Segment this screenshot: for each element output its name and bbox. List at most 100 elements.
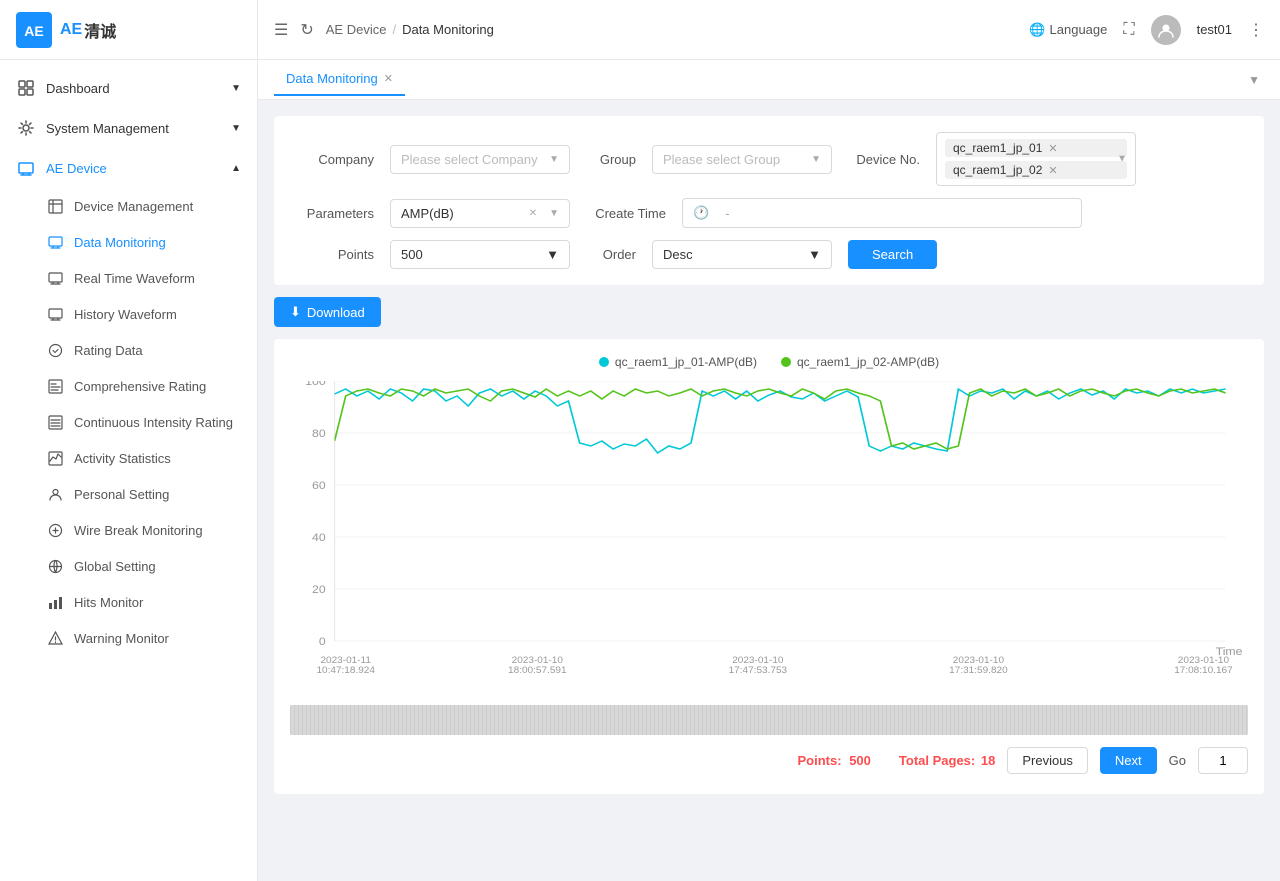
- sidebar-item-personal-setting[interactable]: Personal Setting: [0, 476, 257, 512]
- device-icon: [16, 158, 36, 178]
- svg-text:10:47:18.924: 10:47:18.924: [316, 665, 375, 675]
- filter-row-3: Points 500 ▼ Order Desc ▼ Search: [294, 240, 1244, 269]
- order-dropdown-icon: ▼: [808, 247, 821, 262]
- sidebar-item-warning-monitor[interactable]: Warning Monitor: [0, 620, 257, 656]
- sidebar-item-device-management-label: Device Management: [74, 199, 193, 214]
- page-input[interactable]: [1198, 747, 1248, 774]
- legend-dot-1: [599, 357, 609, 367]
- date-input[interactable]: 🕐 -: [682, 198, 1082, 228]
- sidebar-item-global-setting[interactable]: Global Setting: [0, 548, 257, 584]
- sidebar-item-comprehensive-rating[interactable]: Comprehensive Rating: [0, 368, 257, 404]
- sidebar-item-data-monitoring[interactable]: Data Monitoring: [0, 224, 257, 260]
- sidebar: AE AE 清诚 Dashboard ▼ System Management ▼: [0, 0, 258, 881]
- chevron-up-icon: ▲: [231, 163, 241, 174]
- group-dropdown-icon: ▼: [811, 154, 821, 165]
- order-select[interactable]: Desc ▼: [652, 240, 832, 269]
- svg-text:80: 80: [312, 428, 326, 440]
- svg-text:20: 20: [312, 584, 326, 596]
- device-tag-1: qc_raem1_jp_01 ✕: [945, 139, 1127, 157]
- sidebar-item-realtime-label: Real Time Waveform: [74, 271, 195, 286]
- next-button[interactable]: Next: [1100, 747, 1157, 774]
- sidebar-item-history-label: History Waveform: [74, 307, 177, 322]
- sidebar-item-hits-monitor[interactable]: Hits Monitor: [0, 584, 257, 620]
- search-button[interactable]: Search: [848, 240, 937, 269]
- chevron-down-icon: ▼: [231, 83, 241, 94]
- svg-text:17:08:10.167: 17:08:10.167: [1174, 665, 1232, 675]
- filter-panel: Company Please select Company ▼ Group Pl…: [274, 116, 1264, 285]
- company-select[interactable]: Please select Company ▼: [390, 145, 570, 174]
- sidebar-item-dashboard[interactable]: Dashboard ▼: [0, 68, 257, 108]
- hits-icon: [46, 593, 64, 611]
- device-tag-2-close[interactable]: ✕: [1048, 164, 1057, 177]
- company-dropdown-icon: ▼: [549, 154, 559, 165]
- params-close-icon[interactable]: ✕: [529, 208, 537, 219]
- params-select[interactable]: AMP(dB) ✕ ▼: [390, 199, 570, 228]
- tab-chevron-icon[interactable]: ▼: [1248, 73, 1264, 87]
- device-no-container[interactable]: qc_raem1_jp_01 ✕ qc_raem1_jp_02 ✕ ▼: [936, 132, 1136, 186]
- logo: AE AE 清诚: [0, 0, 257, 60]
- go-label: Go: [1169, 753, 1186, 768]
- params-dropdown-icon: ▼: [549, 208, 559, 219]
- sidebar-item-continuous-intensity[interactable]: Continuous Intensity Rating: [0, 404, 257, 440]
- total-pages-label: Total Pages:: [899, 753, 975, 768]
- group-select[interactable]: Please select Group ▼: [652, 145, 832, 174]
- chart-scrollbar[interactable]: [290, 705, 1248, 735]
- global-icon: [46, 557, 64, 575]
- svg-text:17:31:59.820: 17:31:59.820: [949, 665, 1007, 675]
- pagination-points: Points: 500: [798, 753, 871, 768]
- tab-bar: Data Monitoring ✕ ▼: [258, 60, 1280, 100]
- sidebar-item-hits-label: Hits Monitor: [74, 595, 143, 610]
- legend-label-1: qc_raem1_jp_01-AMP(dB): [615, 355, 757, 369]
- sidebar-item-device-management[interactable]: Device Management: [0, 188, 257, 224]
- svg-text:60: 60: [312, 480, 326, 492]
- points-label-info: Points:: [798, 753, 842, 768]
- sidebar-item-wire-label: Wire Break Monitoring: [74, 523, 203, 538]
- refresh-icon[interactable]: ↻: [300, 20, 313, 40]
- sidebar-item-system-label: System Management: [46, 121, 169, 136]
- device-tag-1-close[interactable]: ✕: [1048, 142, 1057, 155]
- svg-text:2023-01-11: 2023-01-11: [320, 655, 370, 665]
- topbar: ☰ ↻ AE Device / Data Monitoring 🌐 Langua…: [258, 0, 1280, 60]
- chart-legend: qc_raem1_jp_01-AMP(dB) qc_raem1_jp_02-AM…: [290, 355, 1248, 369]
- sidebar-item-intensity-label: Continuous Intensity Rating: [74, 415, 233, 430]
- rating-icon: [46, 341, 64, 359]
- sidebar-item-global-label: Global Setting: [74, 559, 156, 574]
- sidebar-menu: Dashboard ▼ System Management ▼ AE Devic…: [0, 60, 257, 881]
- tab-data-monitoring[interactable]: Data Monitoring ✕: [274, 63, 405, 96]
- chevron-down-icon-sys: ▼: [231, 123, 241, 134]
- sidebar-item-rating-data[interactable]: Rating Data: [0, 332, 257, 368]
- table-icon: [46, 197, 64, 215]
- sidebar-item-comp-label: Comprehensive Rating: [74, 379, 206, 394]
- svg-text:AE: AE: [24, 23, 43, 39]
- sidebar-item-system-management[interactable]: System Management ▼: [0, 108, 257, 148]
- waveform-icon: [46, 269, 64, 287]
- logo-symbol: AE: [60, 21, 82, 39]
- sidebar-item-rating-label: Rating Data: [74, 343, 143, 358]
- legend-label-2: qc_raem1_jp_02-AMP(dB): [797, 355, 939, 369]
- sidebar-item-history-waveform[interactable]: History Waveform: [0, 296, 257, 332]
- legend-dot-2: [781, 357, 791, 367]
- hamburger-icon[interactable]: ☰: [274, 20, 288, 40]
- sidebar-item-activity-statistics[interactable]: Activity Statistics: [0, 440, 257, 476]
- more-icon[interactable]: ⋮: [1248, 20, 1264, 40]
- history-icon: [46, 305, 64, 323]
- tab-close-icon[interactable]: ✕: [384, 72, 393, 85]
- chart-svg: 100 80 60 40 20 0 2023-01-11 10:47:18.92…: [290, 381, 1248, 681]
- fullscreen-icon[interactable]: ⛶: [1123, 21, 1134, 39]
- previous-button[interactable]: Previous: [1007, 747, 1088, 774]
- dashboard-icon: [16, 78, 36, 98]
- sidebar-item-real-time-waveform[interactable]: Real Time Waveform: [0, 260, 257, 296]
- download-label: Download: [307, 305, 365, 320]
- breadcrumb-current: Data Monitoring: [402, 22, 494, 37]
- device-tag-1-label: qc_raem1_jp_01: [953, 141, 1042, 155]
- sidebar-item-ae-device[interactable]: AE Device ▲: [0, 148, 257, 188]
- legend-item-1: qc_raem1_jp_01-AMP(dB): [599, 355, 757, 369]
- sidebar-item-warning-label: Warning Monitor: [74, 631, 169, 646]
- download-button[interactable]: ⬇ Download: [274, 297, 381, 327]
- download-icon: ⬇: [290, 304, 301, 320]
- language-button[interactable]: 🌐 Language: [1029, 22, 1107, 38]
- points-select[interactable]: 500 ▼: [390, 240, 570, 269]
- sidebar-item-ae-label: AE Device: [46, 161, 107, 176]
- sidebar-item-wire-break[interactable]: Wire Break Monitoring: [0, 512, 257, 548]
- points-label: Points: [294, 247, 374, 262]
